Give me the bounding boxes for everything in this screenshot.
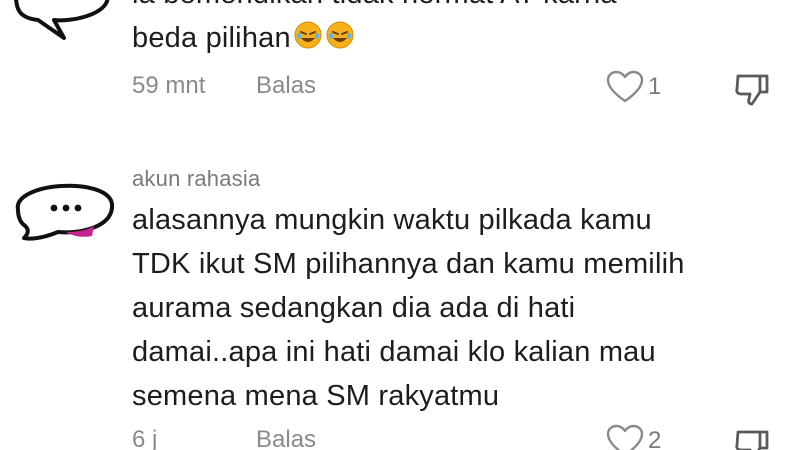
like-count: 2 [648,427,662,450]
like-count: 1 [648,73,662,100]
thumbs-down-icon [735,430,769,450]
rolling-on-floor-laughing-emoji-icon [325,19,355,49]
speech-bubble-ellipsis-avatar-icon [15,183,114,241]
comment-text: ia bemendikan tidak hormat AT karna beda… [132,0,617,60]
comment-meta: 59 mnt Balas [132,72,316,100]
comment-item: akun rahasia alasannya mungkin waktu pil… [0,160,800,450]
comment-timestamp: 6 j [132,426,158,450]
like-button[interactable]: 1 [606,70,661,104]
avatar[interactable] [8,0,116,46]
thumbs-down-icon [735,74,769,106]
comment-text-line: beda pilihan [132,22,291,54]
avatar[interactable] [8,170,116,250]
heart-icon [606,70,644,103]
comment-timestamp: 59 mnt [132,72,206,99]
dislike-button[interactable] [732,426,772,450]
reply-button[interactable]: Balas [256,426,316,450]
rolling-on-floor-laughing-emoji-icon [293,19,323,49]
comment-text-line: ia bemendikan tidak hormat AT karna [132,0,617,10]
reply-button[interactable]: Balas [256,72,316,100]
heart-icon [606,424,644,450]
dislike-button[interactable] [732,70,772,110]
comment-text: alasannya mungkin waktu pilkada kamu TDK… [132,204,685,412]
speech-bubble-avatar-icon [14,0,110,40]
comment-item: ia bemendikan tidak hormat AT karna beda… [0,0,800,116]
comment-meta: 6 j Balas [132,426,316,450]
comment-username[interactable]: akun rahasia [132,166,260,192]
like-button[interactable]: 2 [606,424,661,450]
